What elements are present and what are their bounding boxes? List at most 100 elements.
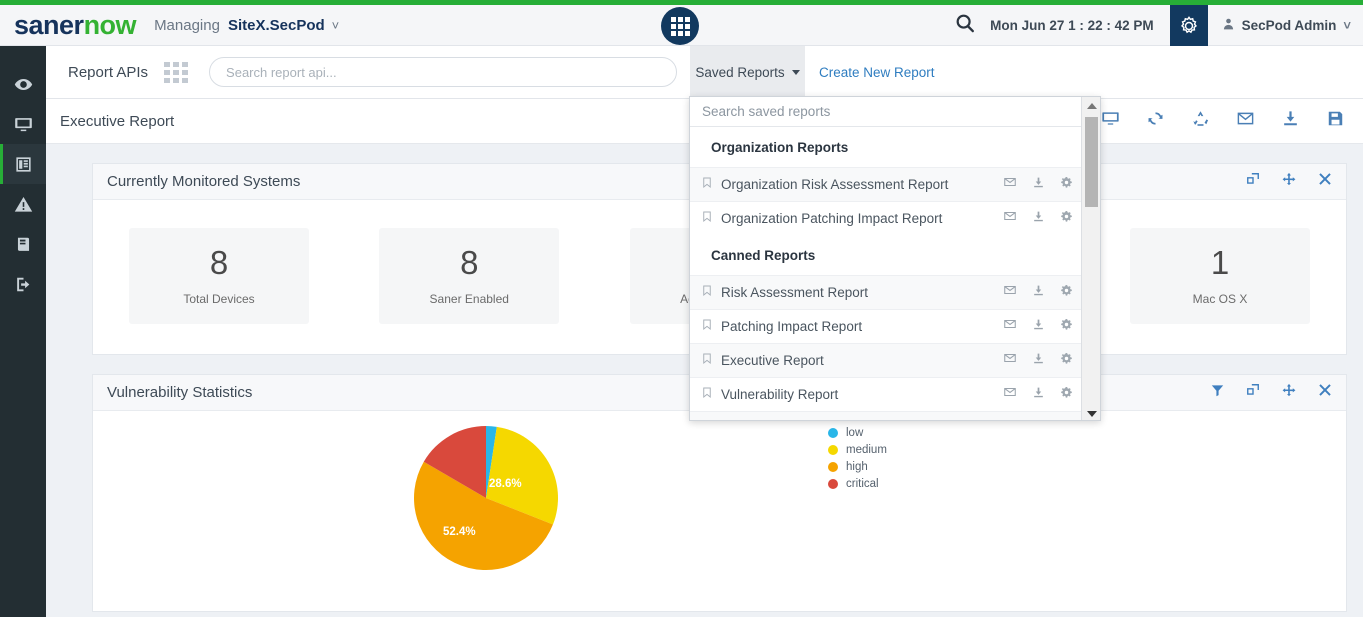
saved-report-item[interactable]: Risk Assessment Report xyxy=(690,275,1083,309)
legend-label: critical xyxy=(846,478,879,490)
grid-view-icon[interactable] xyxy=(164,61,189,83)
sidebar-item-logout[interactable] xyxy=(0,264,46,304)
app-root: sanernow Managing SiteX.SecPod ˅ Mon Jun… xyxy=(0,0,1363,617)
saved-report-item[interactable]: Patching Impact Report xyxy=(690,309,1083,343)
apps-grid-button[interactable] xyxy=(661,7,699,45)
gear-icon[interactable] xyxy=(1060,386,1073,404)
saved-report-item[interactable]: Executive Report xyxy=(690,343,1083,377)
bookmark-icon[interactable] xyxy=(701,386,713,404)
email-icon[interactable] xyxy=(1003,209,1017,228)
bookmark-icon[interactable] xyxy=(701,352,713,370)
refresh-icon[interactable] xyxy=(1146,109,1165,133)
stat-label: Saner Enabled xyxy=(429,292,509,306)
sidebar-item-patching[interactable] xyxy=(0,224,46,264)
saved-report-item[interactable]: Compliance Report xyxy=(690,411,1083,421)
saved-report-actions xyxy=(1003,419,1073,421)
download-icon[interactable] xyxy=(1032,210,1045,228)
download-icon[interactable] xyxy=(1032,284,1045,302)
create-new-report-link[interactable]: Create New Report xyxy=(819,46,935,99)
bookmark-icon[interactable] xyxy=(701,210,713,228)
download-icon[interactable] xyxy=(1032,352,1045,370)
managing-label: Managing xyxy=(154,16,220,34)
download-icon[interactable] xyxy=(1281,109,1300,133)
bookmark-icon xyxy=(703,177,711,188)
stat-card[interactable]: 1 Mac OS X xyxy=(1130,228,1310,324)
legend-item[interactable]: low xyxy=(828,427,887,439)
search-input[interactable] xyxy=(209,57,678,87)
saved-reports-tab[interactable]: Saved Reports xyxy=(690,46,805,99)
recycle-icon[interactable] xyxy=(1191,109,1210,133)
sidebar-item-reports[interactable] xyxy=(0,144,46,184)
logo[interactable]: sanernow xyxy=(14,9,137,41)
display-icon[interactable] xyxy=(1101,109,1120,133)
email-icon[interactable] xyxy=(1003,385,1017,404)
panel-header-icons xyxy=(1211,383,1332,402)
legend-color-dot xyxy=(828,445,838,455)
close-icon[interactable] xyxy=(1318,383,1332,402)
legend-item[interactable]: critical xyxy=(828,478,887,490)
download-icon[interactable] xyxy=(1032,176,1045,194)
email-icon[interactable] xyxy=(1236,109,1255,133)
sidebar-item-endpoints[interactable] xyxy=(0,104,46,144)
download-icon[interactable] xyxy=(1032,318,1045,336)
saved-reports-dropdown: Organization Reports Organization Risk As… xyxy=(689,96,1101,421)
saved-report-item[interactable]: Organization Patching Impact Report xyxy=(690,201,1083,235)
filter-icon[interactable] xyxy=(1211,384,1224,402)
gear-icon[interactable] xyxy=(1060,318,1073,336)
sidebar-item-visibility[interactable] xyxy=(0,64,46,104)
expand-icon[interactable] xyxy=(1246,383,1260,402)
stat-card[interactable]: 8 Total Devices xyxy=(129,228,309,324)
logo-saner: saner xyxy=(14,9,84,40)
scrollbar-thumb[interactable] xyxy=(1085,117,1098,207)
user-chevron-down-icon[interactable]: ˅ xyxy=(1343,18,1351,33)
pie-slice-label: 52.4% xyxy=(443,526,476,538)
vulnerability-chart-body: 28.6% 52.4% low medium high critical xyxy=(93,411,1346,611)
gear-icon[interactable] xyxy=(1060,176,1073,194)
move-icon[interactable] xyxy=(1282,383,1296,402)
dropdown-scrollbar[interactable] xyxy=(1081,97,1100,420)
download-icon[interactable] xyxy=(1032,420,1045,421)
stat-value: 8 xyxy=(460,244,479,281)
bookmark-icon[interactable] xyxy=(701,318,713,336)
email-icon[interactable] xyxy=(1003,175,1017,194)
close-icon[interactable] xyxy=(1318,172,1332,191)
user-name: SecPod Admin xyxy=(1241,18,1337,33)
email-icon[interactable] xyxy=(1003,317,1017,336)
saved-reports-search-input[interactable] xyxy=(690,97,1083,127)
gear-icon[interactable] xyxy=(1060,284,1073,302)
app-header: sanernow Managing SiteX.SecPod ˅ Mon Jun… xyxy=(0,5,1363,46)
pie-slice-label: 28.6% xyxy=(489,478,522,490)
legend-item[interactable]: high xyxy=(828,461,887,473)
scroll-up-button[interactable] xyxy=(1082,97,1100,114)
scroll-down-button[interactable] xyxy=(1082,405,1100,420)
logout-icon xyxy=(16,277,29,291)
expand-icon[interactable] xyxy=(1246,172,1260,191)
legend-label: low xyxy=(846,427,864,439)
saved-report-item[interactable]: Vulnerability Report xyxy=(690,377,1083,411)
settings-gear-button[interactable] xyxy=(1169,5,1208,46)
email-icon[interactable] xyxy=(1003,419,1017,420)
saved-report-label: Patching Impact Report xyxy=(721,319,863,334)
bookmark-icon[interactable] xyxy=(701,284,713,302)
user-menu[interactable]: SecPod Admin ˅ xyxy=(1208,17,1363,34)
legend-item[interactable]: medium xyxy=(828,444,887,456)
save-icon[interactable] xyxy=(1326,109,1345,133)
site-chevron-down-icon[interactable]: ˅ xyxy=(332,18,340,33)
email-icon[interactable] xyxy=(1003,351,1017,370)
header-right-group: Mon Jun 27 1 : 22 : 42 PM SecPod Admin ˅ xyxy=(954,5,1363,46)
move-icon[interactable] xyxy=(1282,172,1296,191)
gear-icon[interactable] xyxy=(1060,420,1073,421)
site-name[interactable]: SiteX.SecPod xyxy=(228,17,325,34)
bookmark-icon[interactable] xyxy=(701,176,713,194)
sidebar-item-alerts[interactable] xyxy=(0,184,46,224)
email-icon[interactable] xyxy=(1003,283,1017,302)
stat-card[interactable]: 8 Saner Enabled xyxy=(379,228,560,324)
gear-icon[interactable] xyxy=(1060,210,1073,228)
book-icon xyxy=(17,237,29,251)
saved-report-item[interactable]: Organization Risk Assessment Report xyxy=(690,167,1083,201)
download-icon[interactable] xyxy=(1032,386,1045,404)
gear-icon[interactable] xyxy=(1060,352,1073,370)
report-apis-title: Report APIs xyxy=(68,63,149,81)
search-icon[interactable] xyxy=(954,12,976,39)
bookmark-icon[interactable] xyxy=(701,420,713,421)
